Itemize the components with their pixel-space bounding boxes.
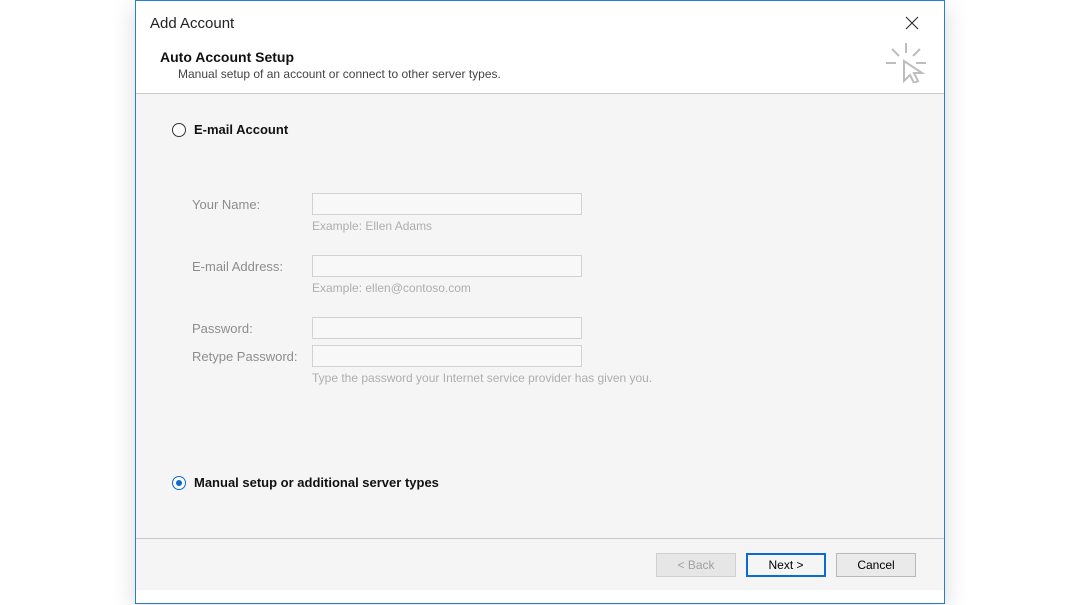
option-manual-setup[interactable]: Manual setup or additional server types <box>172 475 908 490</box>
close-button[interactable] <box>894 9 930 37</box>
cursor-click-icon <box>886 43 926 83</box>
add-account-dialog: Add Account Auto Account Setup Manual se… <box>135 0 945 604</box>
password-hint: Type the password your Internet service … <box>312 371 908 385</box>
password-label: Password: <box>192 321 312 336</box>
name-hint: Example: Ellen Adams <box>312 219 908 233</box>
email-hint: Example: ellen@contoso.com <box>312 281 908 295</box>
titlebar: Add Account <box>136 1 944 45</box>
retype-password-label: Retype Password: <box>192 349 312 364</box>
next-button[interactable]: Next > <box>746 553 826 577</box>
option-email-label: E-mail Account <box>194 122 288 137</box>
name-label: Your Name: <box>192 197 312 212</box>
retype-password-input[interactable] <box>312 345 582 367</box>
window-title: Add Account <box>150 15 234 32</box>
wizard-body: E-mail Account Your Name: Example: Ellen… <box>136 93 944 538</box>
header-title: Auto Account Setup <box>160 49 920 65</box>
wizard-header: Auto Account Setup Manual setup of an ac… <box>136 45 944 93</box>
radio-icon[interactable] <box>172 123 186 137</box>
email-label: E-mail Address: <box>192 259 312 274</box>
radio-icon[interactable] <box>172 476 186 490</box>
header-subtitle: Manual setup of an account or connect to… <box>178 67 920 81</box>
email-input[interactable] <box>312 255 582 277</box>
option-manual-label: Manual setup or additional server types <box>194 475 439 490</box>
password-input[interactable] <box>312 317 582 339</box>
wizard-footer: < Back Next > Cancel <box>136 538 944 590</box>
name-input[interactable] <box>312 193 582 215</box>
option-email-account[interactable]: E-mail Account <box>172 122 908 137</box>
options-group: E-mail Account Your Name: Example: Ellen… <box>136 94 944 490</box>
email-account-form: Your Name: Example: Ellen Adams E-mail A… <box>172 193 908 385</box>
cancel-button[interactable]: Cancel <box>836 553 916 577</box>
close-icon <box>905 16 919 30</box>
back-button: < Back <box>656 553 736 577</box>
